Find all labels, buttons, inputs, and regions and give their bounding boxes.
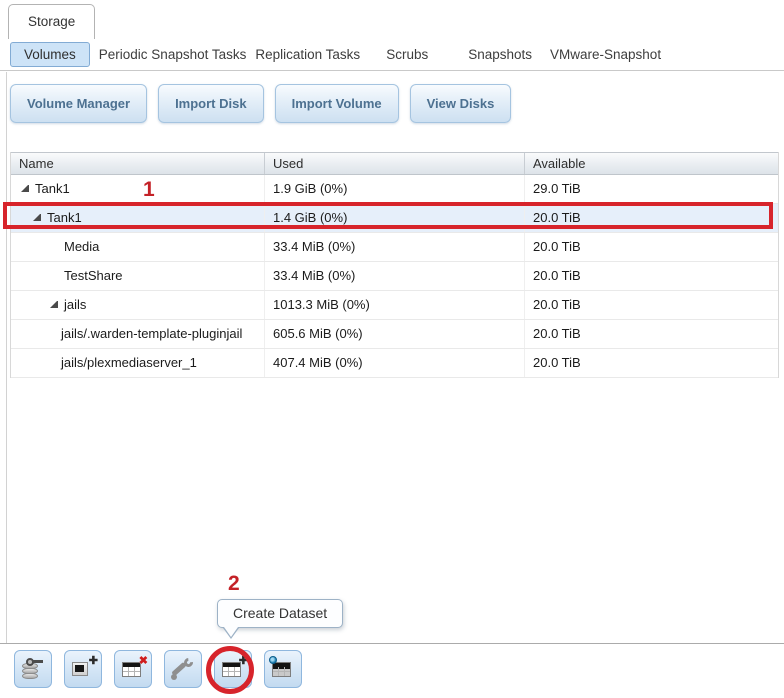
column-header-name[interactable]: Name	[11, 153, 265, 174]
cell-name: jails	[11, 291, 265, 319]
volume-encryption-key-icon	[21, 658, 45, 680]
dataset-name: jails/.warden-template-pluginjail	[61, 326, 242, 341]
annotation-step-1: 1	[143, 178, 155, 202]
table-row-tank1-pool[interactable]: Tank1 1.9 GiB (0%) 29.0 TiB	[11, 175, 778, 204]
view-disks-button[interactable]: View Disks	[410, 84, 512, 123]
create-dataset-tooltip: Create Dataset	[217, 599, 343, 628]
table-row-testshare[interactable]: TestShare 33.4 MiB (0%) 20.0 TiB	[11, 262, 778, 291]
cell-available: 20.0 TiB	[525, 320, 778, 348]
cell-name: Tank1	[11, 204, 265, 232]
create-dataset-button[interactable]: ✚	[214, 650, 252, 688]
tab-periodic-snapshot-tasks[interactable]: Periodic Snapshot Tasks	[99, 47, 247, 62]
cell-used: 605.6 MiB (0%)	[265, 320, 525, 348]
edit-options-button[interactable]	[164, 650, 202, 688]
storage-subtab-bar: Volumes Periodic Snapshot Tasks Replicat…	[0, 39, 784, 71]
create-snapshot-button[interactable]: ✚	[64, 650, 102, 688]
panel-left-border	[6, 72, 7, 643]
destroy-dataset-button[interactable]: ✖	[114, 650, 152, 688]
expand-collapse-icon[interactable]	[21, 185, 29, 192]
expand-collapse-icon[interactable]	[50, 301, 58, 308]
create-zvol-icon	[271, 658, 295, 680]
cell-available: 20.0 TiB	[525, 204, 778, 232]
dataset-actions-toolbar: ✚ ✖ ✚	[14, 650, 302, 688]
dataset-name: Media	[64, 239, 99, 254]
create-zvol-button[interactable]	[264, 650, 302, 688]
tab-scrubs[interactable]: Scrubs	[386, 47, 428, 62]
dataset-name: jails	[64, 297, 86, 312]
edit-options-wrench-icon	[171, 658, 195, 680]
table-row-media[interactable]: Media 33.4 MiB (0%) 20.0 TiB	[11, 233, 778, 262]
tooltip-pointer-fill	[224, 627, 238, 637]
cell-available: 20.0 TiB	[525, 291, 778, 319]
tab-vmware-snapshot[interactable]: VMware-Snapshot	[550, 47, 661, 62]
dataset-name: Tank1	[35, 181, 70, 196]
indent-spacer	[50, 268, 58, 269]
cell-used: 407.4 MiB (0%)	[265, 349, 525, 377]
dataset-name: jails/plexmediaserver_1	[61, 355, 197, 370]
column-header-used[interactable]: Used	[265, 153, 525, 174]
freenas-storage-screen: Storage Volumes Periodic Snapshot Tasks …	[0, 0, 784, 698]
tab-replication-tasks[interactable]: Replication Tasks	[255, 47, 360, 62]
tab-storage[interactable]: Storage	[8, 4, 95, 39]
cell-name: Tank1	[11, 175, 265, 203]
destroy-dataset-icon: ✖	[121, 658, 145, 680]
cell-name: TestShare	[11, 262, 265, 290]
cell-available: 29.0 TiB	[525, 175, 778, 203]
dataset-name: Tank1	[47, 210, 82, 225]
table-row-warden-template[interactable]: jails/.warden-template-pluginjail 605.6 …	[11, 320, 778, 349]
tab-snapshots[interactable]: Snapshots	[468, 47, 532, 62]
volume-actions-row: Volume Manager Import Disk Import Volume…	[10, 84, 511, 123]
cell-used: 1013.3 MiB (0%)	[265, 291, 525, 319]
column-header-available[interactable]: Available	[525, 153, 778, 174]
indent-spacer	[50, 239, 58, 240]
table-row-plexmediaserver[interactable]: jails/plexmediaserver_1 407.4 MiB (0%) 2…	[11, 349, 778, 378]
annotation-step-2: 2	[228, 572, 240, 596]
import-volume-button[interactable]: Import Volume	[275, 84, 399, 123]
expand-collapse-icon[interactable]	[33, 214, 41, 221]
volumes-table: Name Used Available Tank1 1.9 GiB (0%) 2…	[10, 152, 779, 378]
cell-name: jails/plexmediaserver_1	[11, 349, 265, 377]
cell-available: 20.0 TiB	[525, 233, 778, 261]
cell-used: 1.4 GiB (0%)	[265, 204, 525, 232]
table-row-tank1-dataset[interactable]: Tank1 1.4 GiB (0%) 20.0 TiB	[11, 204, 778, 233]
cell-name: Media	[11, 233, 265, 261]
tab-volumes[interactable]: Volumes	[10, 42, 90, 67]
volume-encryption-key-button[interactable]	[14, 650, 52, 688]
cell-used: 1.9 GiB (0%)	[265, 175, 525, 203]
cell-used: 33.4 MiB (0%)	[265, 233, 525, 261]
volume-manager-button[interactable]: Volume Manager	[10, 84, 147, 123]
dataset-name: TestShare	[64, 268, 123, 283]
create-dataset-icon: ✚	[221, 658, 245, 680]
cell-name: jails/.warden-template-pluginjail	[11, 320, 265, 348]
volumes-table-header: Name Used Available	[11, 152, 778, 175]
import-disk-button[interactable]: Import Disk	[158, 84, 264, 123]
cell-available: 20.0 TiB	[525, 262, 778, 290]
create-snapshot-icon: ✚	[71, 658, 95, 680]
cell-available: 20.0 TiB	[525, 349, 778, 377]
table-row-jails[interactable]: jails 1013.3 MiB (0%) 20.0 TiB	[11, 291, 778, 320]
cell-used: 33.4 MiB (0%)	[265, 262, 525, 290]
panel-bottom-border	[0, 643, 784, 644]
